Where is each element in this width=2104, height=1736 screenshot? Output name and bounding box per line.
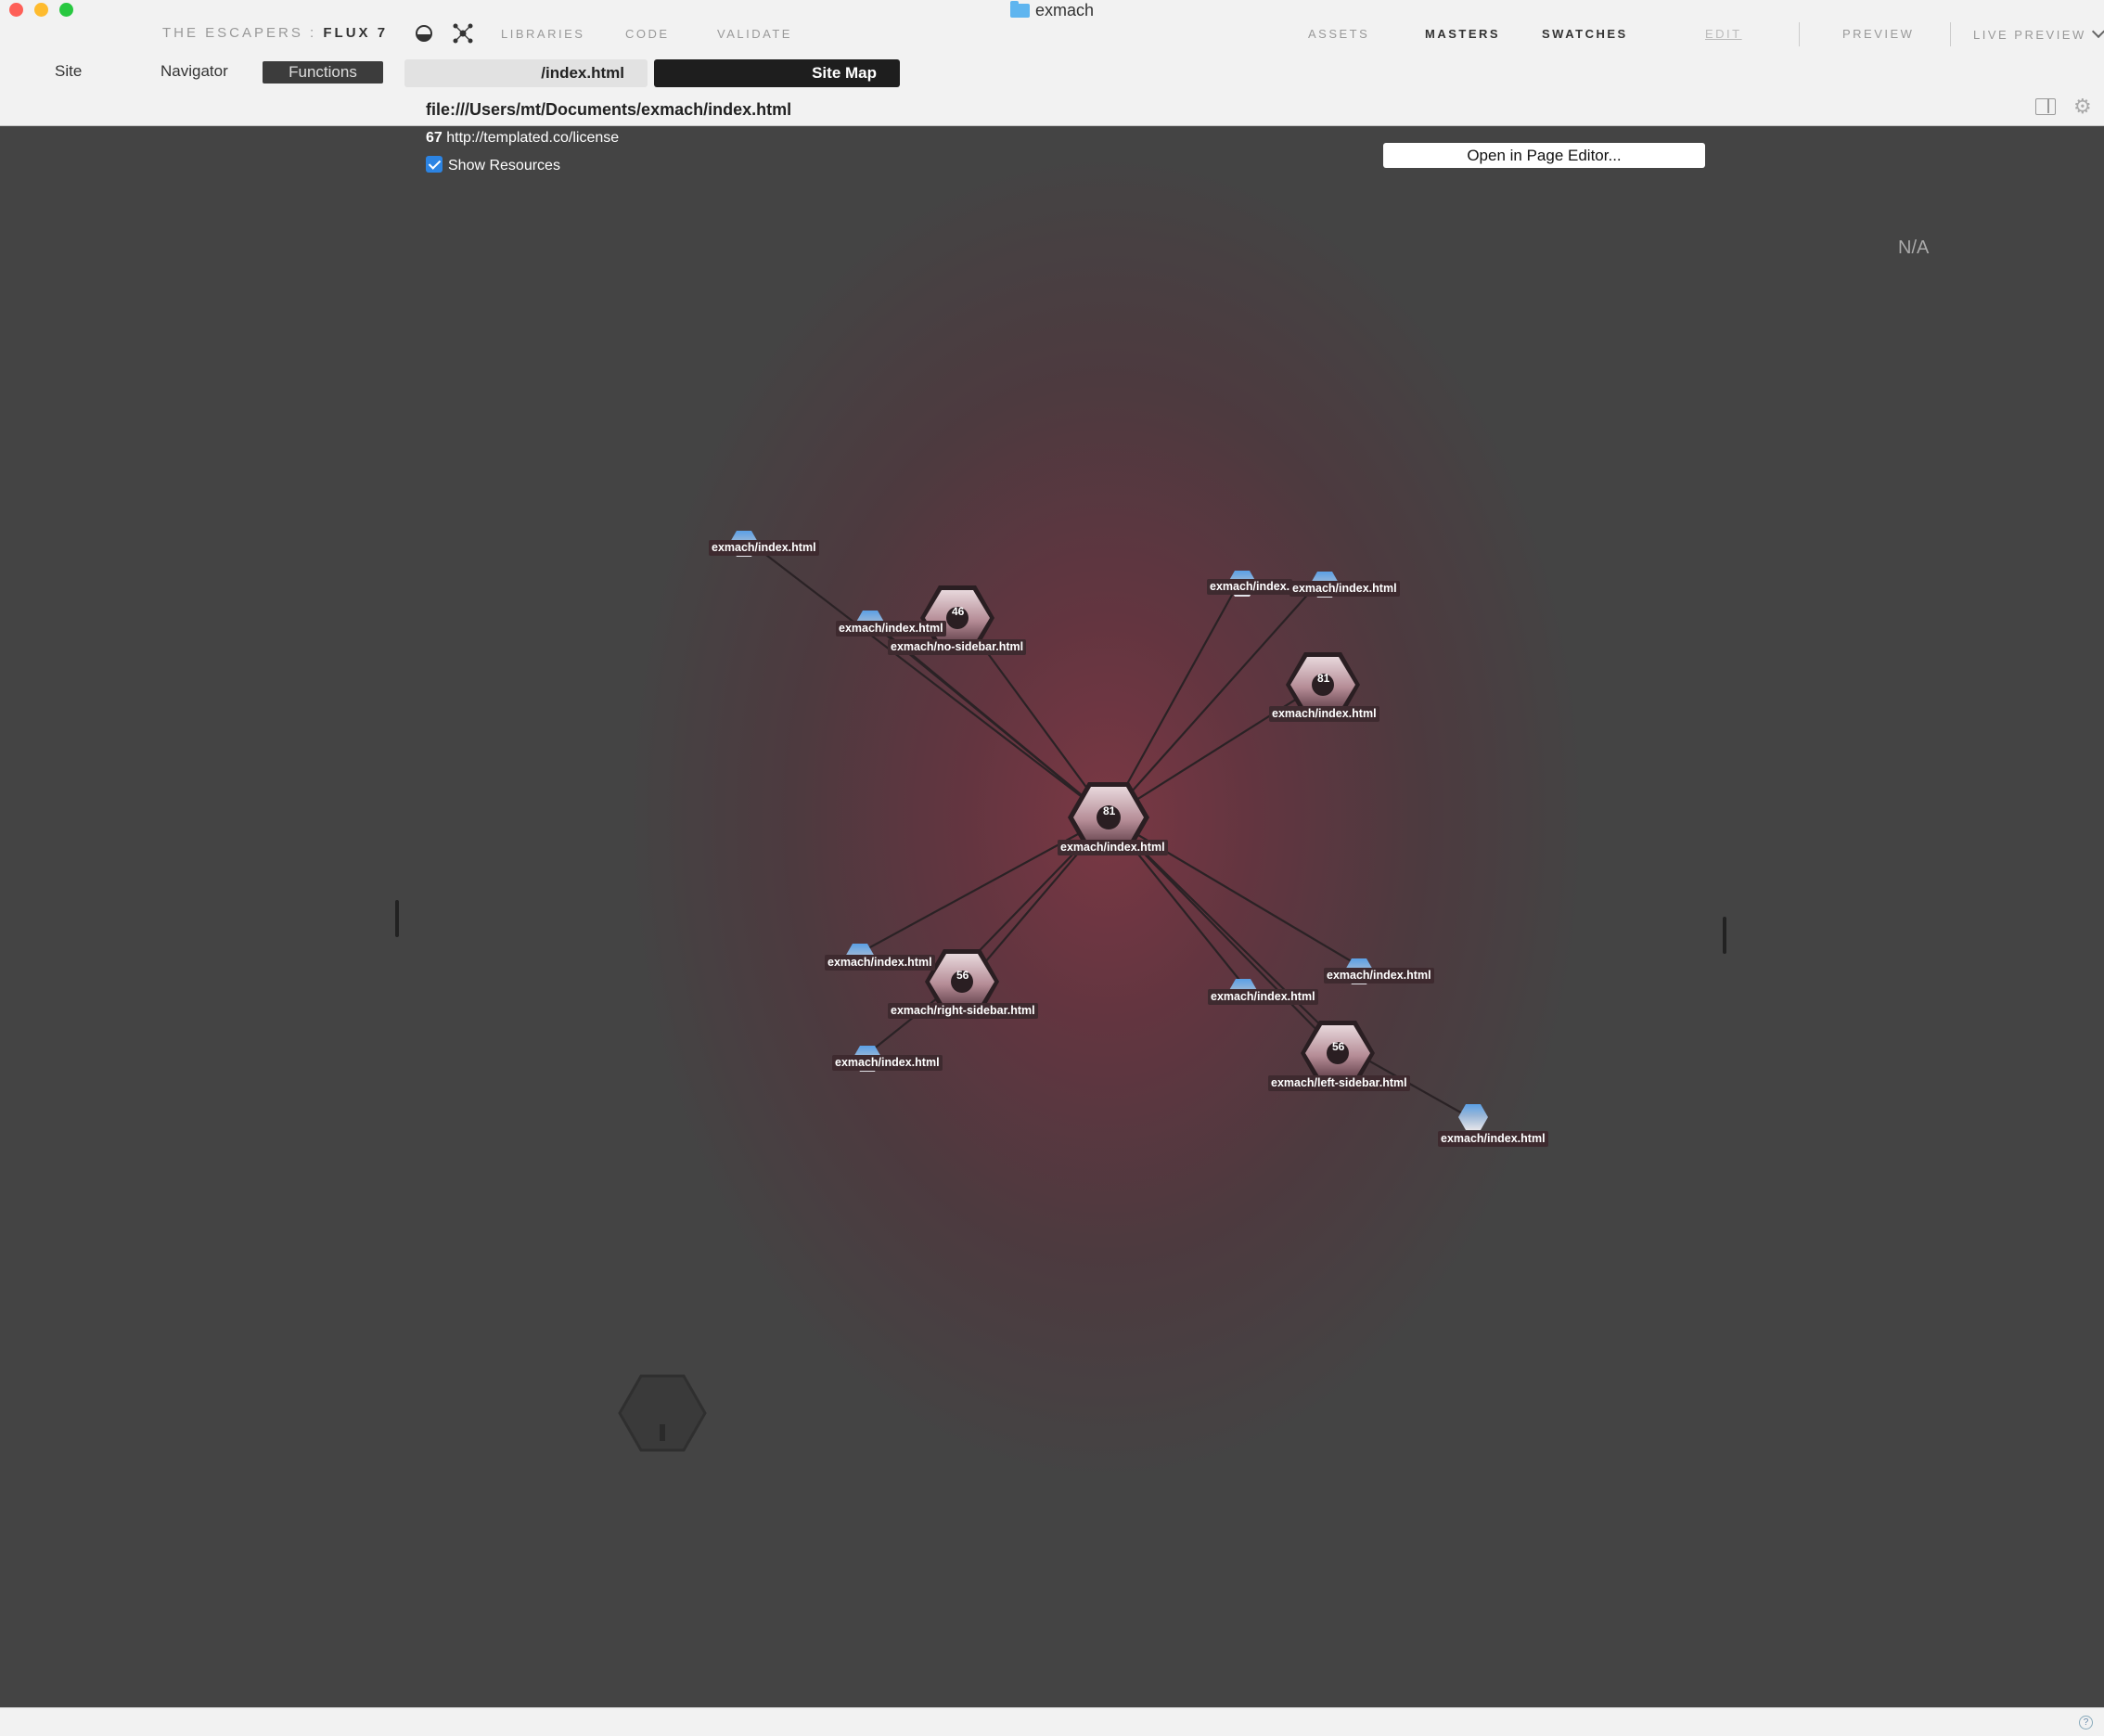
edit-link[interactable]: EDIT — [1705, 27, 1742, 41]
node-label: exmach/left-sidebar.html — [1268, 1075, 1410, 1091]
panel-toggle-icon[interactable] — [2035, 98, 2056, 115]
show-resources-checkbox[interactable]: Show Resources — [426, 156, 560, 174]
tab-functions[interactable]: Functions — [263, 61, 383, 84]
node-label: exmach/index.html — [709, 540, 819, 556]
resource-count-number: 67 — [426, 130, 443, 146]
node-label: exmach/index.html — [825, 955, 935, 971]
tab-site[interactable]: Site — [55, 62, 82, 81]
node-label: exmach/index. — [1207, 579, 1293, 595]
folder-icon — [1009, 1, 1030, 18]
sitemap-icon[interactable] — [453, 23, 473, 44]
node-label: exmach/index.html — [1208, 989, 1318, 1005]
node-label: exmach/index.html — [1324, 968, 1434, 984]
libraries-link[interactable]: LIBRARIES — [501, 27, 584, 41]
node-label: exmach/index.html — [1269, 706, 1379, 722]
zoom-hexagon-control[interactable] — [618, 1374, 707, 1452]
swatches-link[interactable]: SWATCHES — [1542, 27, 1628, 41]
node-label: exmach/index.html — [1058, 840, 1168, 855]
masters-link[interactable]: MASTERS — [1425, 27, 1500, 41]
code-link[interactable]: CODE — [625, 27, 670, 41]
status-bar: ? — [0, 1707, 2104, 1736]
edge — [876, 626, 1110, 818]
preview-link[interactable]: PREVIEW — [1842, 27, 1914, 41]
edge — [857, 817, 1110, 955]
window-title-text: exmach — [1034, 1, 1095, 19]
toolbar-divider — [1950, 22, 1951, 46]
open-in-page-editor-button[interactable]: Open in Page Editor... — [1383, 143, 1705, 168]
help-icon[interactable]: ? — [2079, 1716, 2093, 1730]
node-label: exmach/index.html — [1438, 1131, 1548, 1147]
validate-link[interactable]: VALIDATE — [717, 27, 792, 41]
tab-site-map[interactable]: Site Map — [654, 59, 900, 87]
toolbar: exmach THE ESCAPERS : FLUX 7 LIBRARIES C… — [0, 0, 2104, 126]
badge-count: 46 — [952, 605, 965, 618]
badge-count: 81 — [1103, 804, 1116, 817]
resource-url: http://templated.co/license — [446, 130, 620, 146]
checkbox-checked-icon[interactable] — [426, 156, 443, 173]
file-url: file:///Users/mt/Documents/exmach/index.… — [426, 100, 792, 119]
live-preview-label: LIVE PREVIEW — [1973, 28, 2086, 42]
badge-count: 81 — [1317, 672, 1330, 685]
brand-product: FLUX 7 — [323, 25, 389, 41]
show-resources-label: Show Resources — [448, 158, 560, 174]
toolbar-divider — [1799, 22, 1800, 46]
left-resize-handle[interactable] — [395, 900, 399, 937]
node-label: exmach/index.html — [832, 1055, 943, 1071]
na-label: N/A — [1898, 238, 1930, 258]
badge-count: 56 — [956, 969, 969, 982]
site-map-graph — [618, 531, 1488, 1452]
node-label: exmach/right-sidebar.html — [888, 1003, 1038, 1019]
right-resize-handle[interactable] — [1723, 917, 1726, 954]
edge — [746, 539, 1110, 818]
tab-navigator[interactable]: Navigator — [160, 62, 228, 81]
resource-node[interactable] — [1458, 1104, 1488, 1130]
tab-index-html[interactable]: /index.html — [404, 59, 648, 87]
edge — [1108, 682, 1323, 818]
gear-icon[interactable]: ⚙ — [2073, 96, 2092, 117]
site-map-canvas[interactable]: 81 46 81 56 56 exmach/index.html exmach/… — [0, 126, 2104, 1707]
brand-prefix: THE ESCAPERS : — [162, 25, 324, 41]
inspector-icon[interactable] — [414, 23, 434, 44]
assets-link[interactable]: ASSETS — [1308, 27, 1369, 41]
resource-count: 67 http://templated.co/license — [426, 130, 619, 147]
node-label: exmach/no-sidebar.html — [888, 639, 1027, 655]
brand: THE ESCAPERS : FLUX 7 — [162, 25, 388, 41]
node-label: exmach/index.html — [836, 621, 946, 637]
edge — [1108, 571, 1246, 818]
live-preview-dropdown[interactable]: LIVE PREVIEW — [1973, 24, 2104, 42]
chevron-down-icon — [2091, 24, 2104, 39]
node-label: exmach/index.html — [1289, 581, 1400, 597]
badge-count: 56 — [1332, 1040, 1345, 1053]
window-title: exmach — [0, 1, 2104, 20]
